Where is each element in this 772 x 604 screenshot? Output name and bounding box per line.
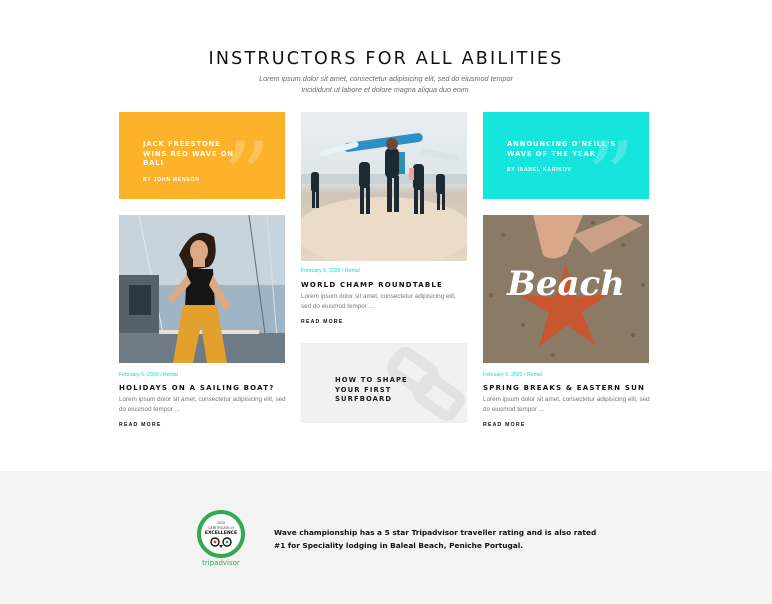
quote-title[interactable]: ANNOUNCING O'NEILL'S WAVE OF THE YEAR <box>507 140 617 159</box>
starfish-beach-image[interactable]: Beach <box>483 215 649 363</box>
section-subtitle: Lorem ipsum dolor sit amet, consectetur … <box>259 74 513 94</box>
quote-author: BY JOHN MENSON <box>143 176 200 183</box>
badge-top-text: CERTIFICATE of <box>208 526 234 530</box>
post-meta[interactable]: February 6, 2020 / Rental <box>483 372 542 378</box>
badge-main-text: EXCELLENCE <box>205 530 237 536</box>
beach-overlay-text: Beach <box>506 264 625 304</box>
quote-title[interactable]: JACK FREESTONE WINS RED WAVE ON BALI <box>143 140 243 169</box>
read-more-link[interactable]: READ MORE <box>483 422 526 428</box>
tripadvisor-certificate-badge[interactable]: 2019 CERTIFICATE of EXCELLENCE tripadvis… <box>188 510 254 568</box>
post-excerpt: Lorem ipsum dolor sit amet, consectetur … <box>483 396 650 413</box>
post-excerpt: Lorem ipsum dolor sit amet, consectetur … <box>301 293 456 310</box>
post-meta[interactable]: February 6, 2020 / Rental <box>119 372 178 378</box>
quote-card-yellow[interactable]: ” JACK FREESTONE WINS RED WAVE ON BALI B… <box>119 112 285 199</box>
surfers-on-beach-image[interactable] <box>301 112 467 261</box>
read-more-link[interactable]: READ MORE <box>119 422 162 428</box>
award-description: Wave championship has a 5 star Tripadvis… <box>274 528 597 550</box>
post-title[interactable]: HOLIDAYS ON A SAILING BOAT? <box>119 384 274 392</box>
post-title[interactable]: SPRING BREAKS & EASTERN SUN <box>483 384 645 392</box>
badge-brand: tripadvisor <box>202 559 240 567</box>
quote-author: BY ISABEL KARIKOV <box>507 167 572 173</box>
post-title[interactable]: HOW TO SHAPE YOUR FIRST SURFBOARD <box>335 376 435 405</box>
post-title[interactable]: WORLD CHAMP ROUNDTABLE <box>301 281 443 289</box>
sailing-boat-image[interactable] <box>119 215 285 363</box>
badge-year: 2019 <box>217 521 225 525</box>
post-excerpt: Lorem ipsum dolor sit amet, consectetur … <box>119 396 286 413</box>
section-title: INSTRUCTORS FOR ALL ABILITIES <box>208 49 564 69</box>
quote-card-cyan[interactable]: ” ANNOUNCING O'NEILL'S WAVE OF THE YEAR … <box>483 112 649 199</box>
post-meta[interactable]: February 6, 2020 / Rental <box>301 268 360 274</box>
surfboard-post-card[interactable]: HOW TO SHAPE YOUR FIRST SURFBOARD <box>301 343 467 423</box>
read-more-link[interactable]: READ MORE <box>301 319 344 325</box>
